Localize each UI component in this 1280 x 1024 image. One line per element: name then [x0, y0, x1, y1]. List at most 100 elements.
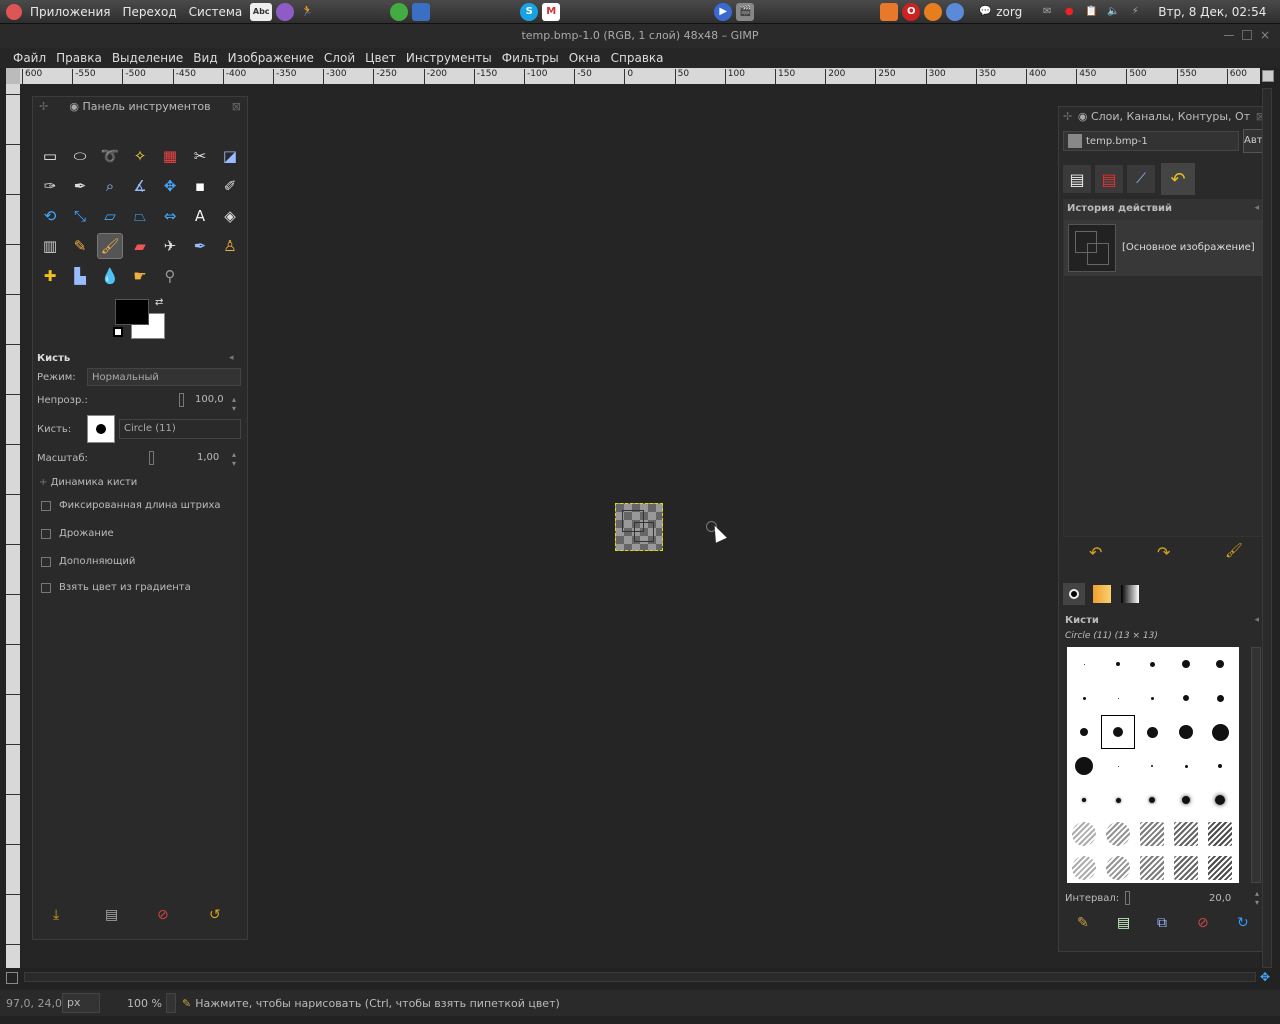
menu-select[interactable]: Выделение: [107, 51, 188, 65]
brush-cell[interactable]: [1101, 715, 1135, 749]
color-select-icon[interactable]: ▦: [157, 143, 183, 169]
user-name[interactable]: zorg: [996, 5, 1022, 19]
power-icon[interactable]: ⚡: [1126, 3, 1144, 21]
brush-cell[interactable]: [1101, 783, 1135, 817]
brush-cell[interactable]: [1169, 817, 1203, 851]
tab-gradients[interactable]: [1121, 585, 1139, 603]
duplicate-brush-icon[interactable]: ⧉: [1157, 915, 1167, 931]
vertical-ruler[interactable]: [6, 84, 20, 968]
image-layer[interactable]: [615, 503, 663, 551]
zoom-select[interactable]: 100 %: [116, 997, 166, 1010]
unit-select[interactable]: px: [62, 993, 100, 1013]
incremental-checkbox[interactable]: [41, 557, 51, 567]
restore-options-icon[interactable]: ▤: [105, 907, 118, 923]
clock[interactable]: Втр, 8 Дек, 02:54: [1158, 5, 1266, 19]
airbrush-icon[interactable]: ✈: [157, 233, 183, 259]
bucket-fill-icon[interactable]: ◈: [217, 203, 243, 229]
history-menu-icon[interactable]: ◂: [1254, 203, 1259, 213]
brush-cell[interactable]: [1067, 715, 1101, 749]
brush-cell[interactable]: [1135, 851, 1169, 883]
redo-icon[interactable]: ↷: [1157, 543, 1170, 562]
maximize-button[interactable]: [1242, 30, 1252, 40]
scale-icon[interactable]: ⤡: [67, 203, 93, 229]
default-colors-icon[interactable]: [113, 327, 123, 337]
video-editor-icon[interactable]: 🎬: [736, 2, 755, 21]
media-player-icon[interactable]: ▶: [714, 2, 733, 21]
brush-cell[interactable]: [1203, 851, 1237, 883]
opacity-slider-handle[interactable]: [179, 393, 184, 407]
tab-channels[interactable]: ▤: [1095, 165, 1123, 193]
navigate-corner-icon[interactable]: ✥: [1260, 970, 1270, 984]
blur-icon[interactable]: 💧: [97, 263, 123, 289]
gmail-icon[interactable]: M: [542, 2, 561, 21]
clear-history-icon[interactable]: 🖌: [1225, 543, 1243, 559]
horizontal-scrollbar[interactable]: [24, 972, 1256, 982]
undo-icon[interactable]: ↶: [1089, 543, 1102, 562]
brush-cell[interactable]: [1169, 851, 1203, 883]
chrome-icon[interactable]: [946, 2, 965, 21]
spellcheck-icon[interactable]: Abc: [250, 2, 273, 21]
brush-cell[interactable]: [1169, 783, 1203, 817]
brush-cell[interactable]: [1135, 783, 1169, 817]
brush-cell[interactable]: [1067, 647, 1101, 681]
brush-cell[interactable]: [1135, 681, 1169, 715]
brush-cell[interactable]: [1169, 647, 1203, 681]
shear-icon[interactable]: ▱: [97, 203, 123, 229]
heal-icon[interactable]: ✚: [37, 263, 63, 289]
menu-edit[interactable]: Правка: [51, 51, 107, 65]
foreground-color-swatch[interactable]: [115, 299, 149, 325]
save-options-icon[interactable]: ⤓: [53, 907, 59, 923]
brush-cell[interactable]: [1101, 851, 1135, 883]
brush-cell[interactable]: [1101, 817, 1135, 851]
menu-filters[interactable]: Фильтры: [497, 51, 564, 65]
tool-options-menu-icon[interactable]: ◂: [229, 353, 234, 363]
brush-cell[interactable]: [1067, 749, 1101, 783]
brushes-menu-icon[interactable]: ◂: [1254, 615, 1259, 625]
refresh-brushes-icon[interactable]: ↻: [1237, 915, 1249, 931]
chat-icon[interactable]: 💬: [976, 3, 994, 21]
dock-move-icon[interactable]: ✢: [1063, 107, 1072, 127]
clipboard-icon[interactable]: 📋: [1082, 3, 1100, 21]
menu-places[interactable]: Переход: [117, 5, 183, 19]
volume-icon[interactable]: 🔈: [1104, 3, 1122, 21]
blend-icon[interactable]: ▥: [37, 233, 63, 259]
perspective-clone-icon[interactable]: ▙: [67, 263, 93, 289]
move-icon[interactable]: ✥: [157, 173, 183, 199]
vertical-scrollbar[interactable]: [1262, 88, 1272, 968]
ubuntu-logo-icon[interactable]: [6, 3, 22, 20]
brush-cell[interactable]: [1169, 749, 1203, 783]
ink-icon[interactable]: ✒: [187, 233, 213, 259]
foreground-select-icon[interactable]: ◪: [217, 143, 243, 169]
text-icon[interactable]: A: [187, 203, 213, 229]
firefox-icon[interactable]: [924, 2, 943, 21]
smudge-icon[interactable]: ☛: [127, 263, 153, 289]
brush-cell[interactable]: [1169, 715, 1203, 749]
opacity-spin-icon[interactable]: ▴ ▾: [232, 395, 236, 413]
zoom-dropdown-icon[interactable]: [166, 993, 176, 1013]
menu-tools[interactable]: Инструменты: [401, 51, 497, 65]
brush-cell[interactable]: [1067, 783, 1101, 817]
brush-cell[interactable]: [1203, 647, 1237, 681]
menu-applications[interactable]: Приложения: [24, 5, 117, 19]
history-item[interactable]: [Основное изображение]: [1064, 220, 1264, 276]
toolbox-close-icon[interactable]: ⊠: [232, 97, 241, 117]
menu-view[interactable]: Вид: [188, 51, 222, 65]
navigate-icon[interactable]: [1262, 70, 1274, 82]
web-browser-icon[interactable]: [276, 2, 295, 21]
jitter-checkbox[interactable]: [41, 529, 51, 539]
brush-cell[interactable]: [1067, 851, 1101, 883]
toolbox-titlebar[interactable]: ◉ Панель инструментов ⊠ ✢: [33, 97, 247, 117]
clone-icon[interactable]: ♙: [217, 233, 243, 259]
interval-value[interactable]: 20,0: [1209, 893, 1231, 904]
opacity-value[interactable]: 100,0: [195, 394, 224, 405]
new-brush-icon[interactable]: ▤: [1117, 915, 1130, 931]
brush-cell[interactable]: [1203, 681, 1237, 715]
paths-icon[interactable]: ✑: [37, 173, 63, 199]
reset-options-icon[interactable]: ↺: [209, 907, 221, 923]
menu-colors[interactable]: Цвет: [360, 51, 401, 65]
ruler-corner[interactable]: [6, 68, 20, 84]
brush-cell[interactable]: [1169, 681, 1203, 715]
rotate-icon[interactable]: ⟲: [37, 203, 63, 229]
rect-select-icon[interactable]: ▭: [37, 143, 63, 169]
tab-patterns[interactable]: [1093, 585, 1111, 603]
